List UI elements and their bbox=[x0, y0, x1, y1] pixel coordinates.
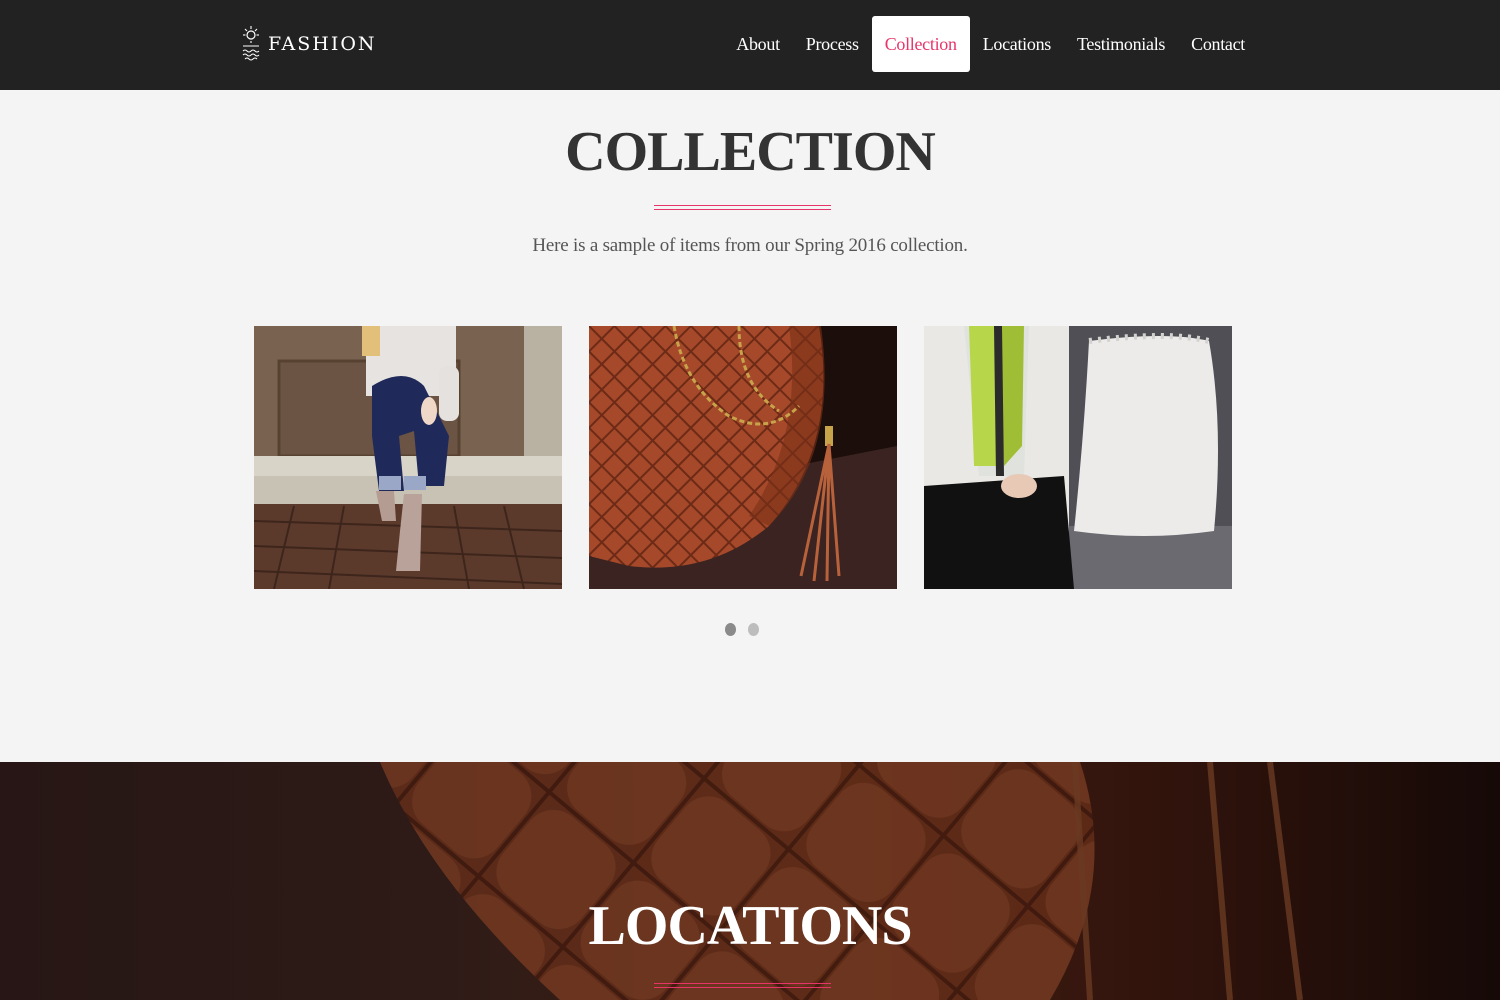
nav-collection[interactable]: Collection bbox=[871, 16, 970, 72]
nav-contact[interactable]: Contact bbox=[1178, 16, 1258, 72]
nav-locations[interactable]: Locations bbox=[970, 16, 1064, 72]
brand-link[interactable]: FASHION bbox=[240, 24, 377, 64]
quilted-leather-handbag-photo[interactable] bbox=[589, 326, 897, 589]
collection-section: COLLECTION Here is a sample of items fro… bbox=[0, 90, 1500, 762]
sun-waves-icon bbox=[242, 26, 260, 61]
collection-title: COLLECTION bbox=[565, 121, 936, 183]
woman-sitting-jeans-boots-photo[interactable] bbox=[254, 326, 562, 589]
nav-about[interactable]: About bbox=[723, 16, 793, 72]
carousel-pagination bbox=[725, 623, 759, 636]
brand-name: FASHION bbox=[268, 33, 377, 55]
woman-green-scarf-sofa-photo[interactable] bbox=[924, 326, 1232, 589]
locations-section: LOCATIONS bbox=[0, 762, 1500, 1000]
collection-subtitle: Here is a sample of items from our Sprin… bbox=[532, 235, 968, 256]
title-divider bbox=[654, 983, 831, 988]
carousel-dot-2[interactable] bbox=[748, 623, 759, 636]
main-nav: About Process Collection Locations Testi… bbox=[723, 16, 1258, 72]
carousel-dot-1[interactable] bbox=[725, 623, 736, 636]
locations-title: LOCATIONS bbox=[588, 895, 913, 957]
title-divider bbox=[654, 205, 831, 210]
nav-testimonials[interactable]: Testimonials bbox=[1064, 16, 1178, 72]
locations-background-image bbox=[0, 762, 1500, 1000]
collection-carousel bbox=[254, 326, 1232, 589]
navbar: FASHION About Process Collection Locatio… bbox=[0, 0, 1500, 90]
nav-process[interactable]: Process bbox=[793, 16, 872, 72]
